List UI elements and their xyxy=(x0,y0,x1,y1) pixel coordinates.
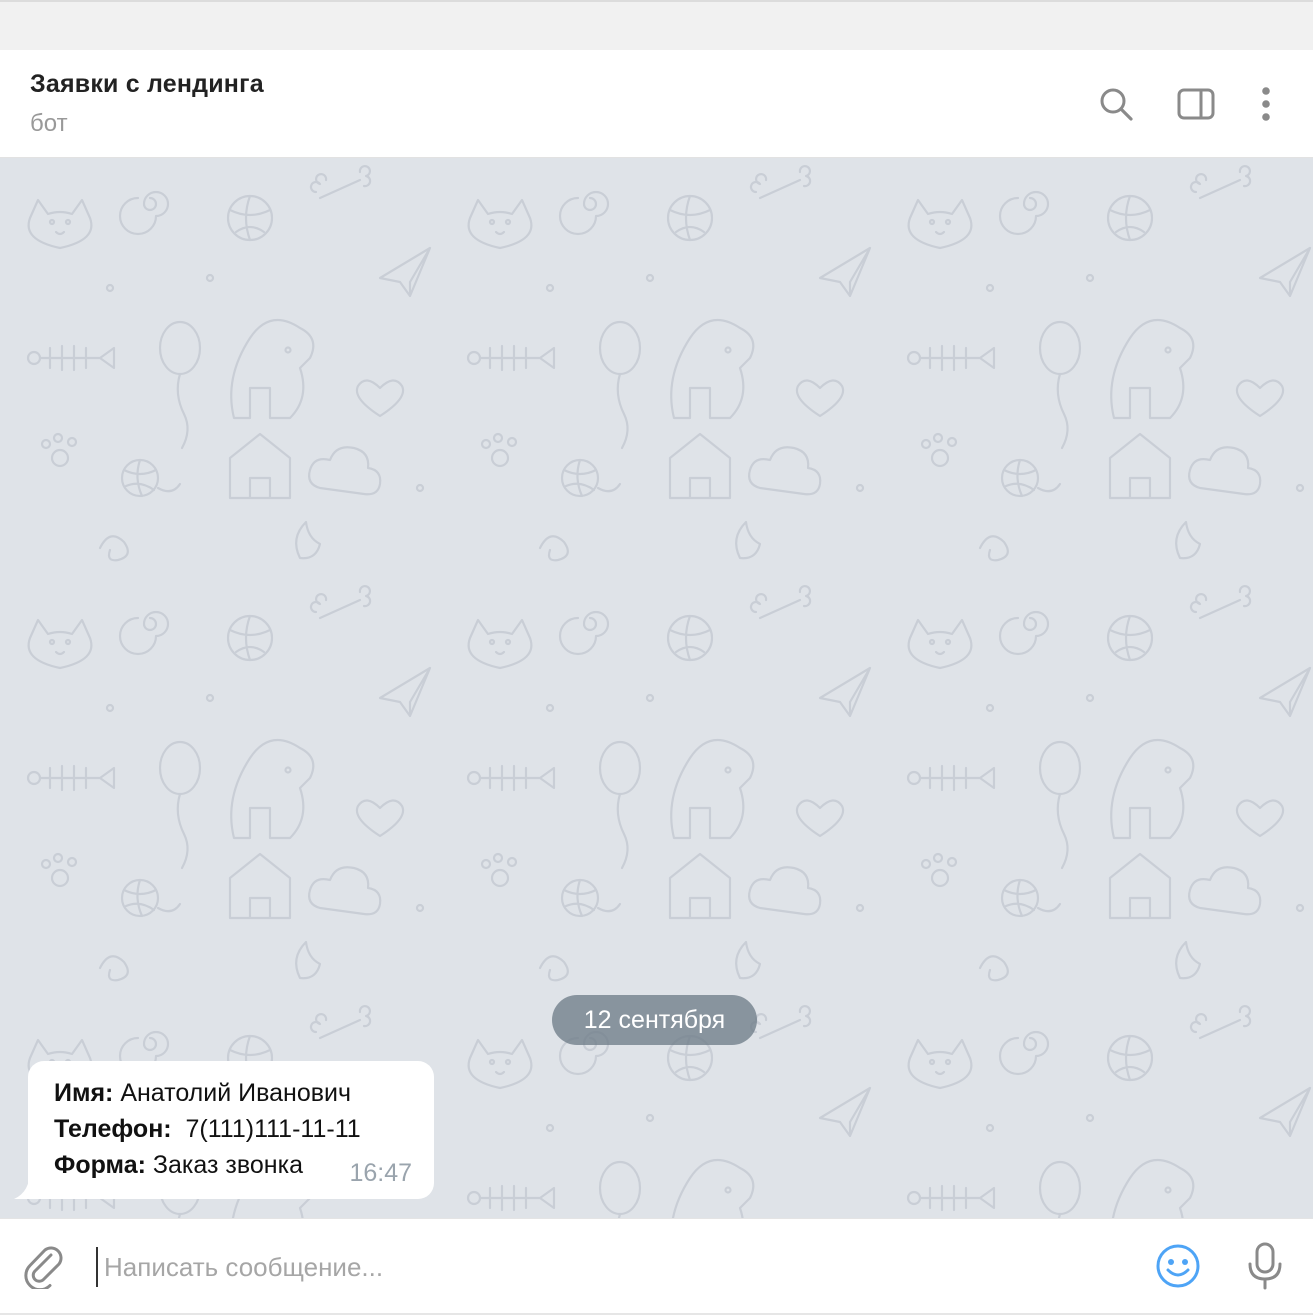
message-input[interactable] xyxy=(96,1247,1126,1287)
paperclip-icon[interactable] xyxy=(20,1242,70,1292)
message-composer xyxy=(0,1218,1313,1313)
form-label: Форма: xyxy=(54,1151,146,1179)
name-value: Анатолий Иванович xyxy=(113,1079,351,1107)
date-separator: 12 сентября xyxy=(552,995,757,1045)
phone-label: Телефон: xyxy=(54,1115,172,1143)
chat-window: Заявки с лендинга бот 12 сентября Имя: А… xyxy=(0,0,1313,1315)
search-icon[interactable] xyxy=(1094,82,1138,126)
emoji-icon[interactable] xyxy=(1153,1241,1203,1291)
chat-header: Заявки с лендинга бот xyxy=(0,50,1313,158)
message-line-name: Имя: Анатолий Иванович xyxy=(54,1075,408,1111)
message-list[interactable]: 12 сентября Имя: Анатолий Иванович Телеф… xyxy=(0,158,1313,1218)
chat-subtitle: бот xyxy=(30,110,68,137)
window-top-strip xyxy=(0,0,1313,50)
phone-value: 7(111)111-11-11 xyxy=(171,1115,361,1143)
more-vertical-icon[interactable] xyxy=(1244,82,1288,126)
sidebar-toggle-icon[interactable] xyxy=(1174,82,1218,126)
form-value: Заказ звонка xyxy=(145,1151,303,1179)
name-label: Имя: xyxy=(54,1079,114,1107)
microphone-icon[interactable] xyxy=(1240,1241,1290,1291)
incoming-message[interactable]: Имя: Анатолий Иванович Телефон: 7(111)11… xyxy=(28,1061,434,1199)
doodle-background xyxy=(0,158,1313,1218)
message-time: 16:47 xyxy=(349,1159,412,1187)
chat-title[interactable]: Заявки с лендинга xyxy=(30,70,264,99)
message-line-phone: Телефон: 7(111)111-11-11 xyxy=(54,1111,408,1147)
